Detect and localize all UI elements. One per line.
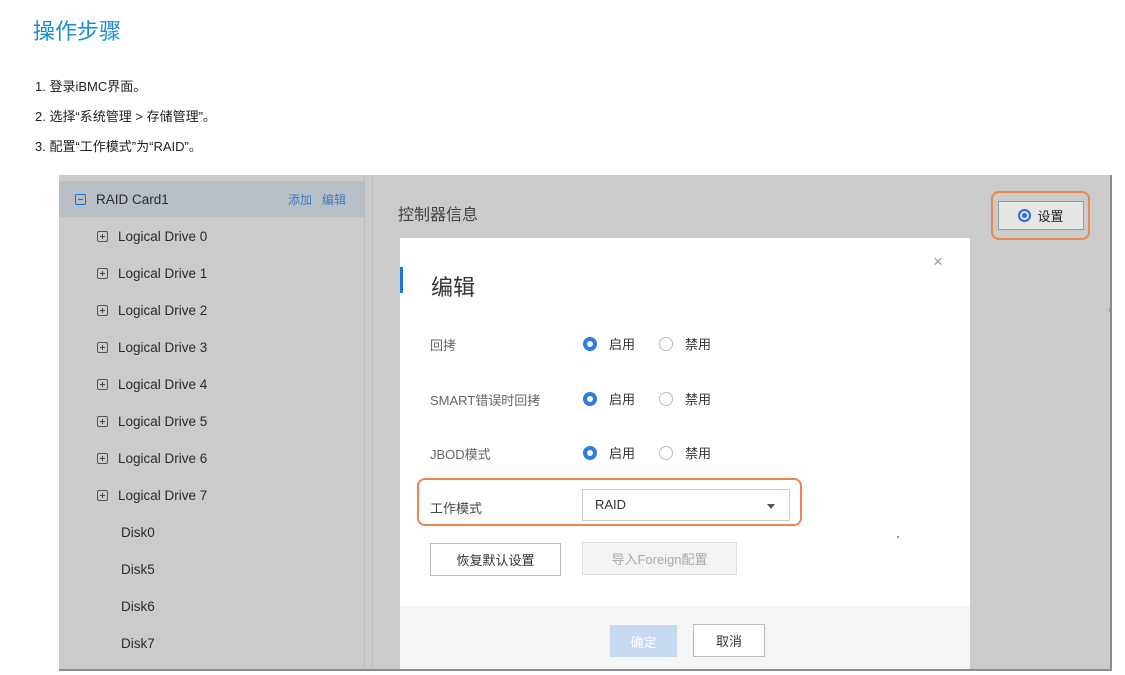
title-accent-bar (400, 267, 403, 293)
jbod-mode-label: JBOD模式 (430, 447, 491, 462)
copyback-radio-group: 启用 禁用 (583, 334, 735, 353)
copyback-label: 回拷 (430, 338, 457, 353)
tree-item-label: Logical Drive 0 (118, 228, 208, 244)
gear-icon (1018, 209, 1032, 222)
expand-icon[interactable] (97, 378, 108, 390)
root-actions: 添加 编辑 (288, 181, 346, 217)
tree-item-label: Disk0 (121, 524, 155, 540)
expand-icon[interactable] (97, 341, 108, 353)
tree-item-logical-drive-3[interactable]: Logical Drive 3 (97, 329, 207, 365)
cancel-button[interactable]: 取消 (693, 624, 765, 657)
edit-dialog: 编辑 × 回拷 启用 禁用 SMART错误时回拷 启用 禁用 JBOD模式 启用… (400, 238, 970, 669)
tree-item-logical-drive-1[interactable]: Logical Drive 1 (97, 255, 207, 291)
dialog-footer: 确定 取消 (400, 606, 970, 669)
smart-copyback-disable-radio[interactable] (659, 391, 674, 406)
annotation-dot (897, 536, 899, 538)
step-2: 2. 选择“系统管理 > 存储管理”。 (35, 109, 216, 124)
radio-label: 启用 (609, 337, 636, 352)
tree-item-label: Logical Drive 4 (118, 376, 208, 392)
smart-copyback-label: SMART错误时回拷 (430, 393, 541, 408)
jbod-disable-radio[interactable] (659, 445, 674, 460)
tree-root-label: RAID Card1 (96, 191, 169, 207)
tree-item-label: Disk6 (121, 598, 155, 614)
tree-item-label: Logical Drive 2 (118, 302, 208, 318)
copyback-disable-radio[interactable] (659, 336, 674, 351)
tree-item-label: Logical Drive 5 (118, 413, 208, 429)
step-1: 1. 登录iBMC界面。 (35, 79, 147, 94)
panel-divider (372, 175, 373, 669)
step-3: 3. 配置“工作模式”为“RAID”。 (35, 139, 202, 154)
radio-label: 启用 (609, 446, 636, 461)
tree-item-label: Disk7 (121, 635, 155, 651)
ibmc-screenshot: RAID Card1 添加 编辑 Logical Drive 0 Logical… (59, 175, 1112, 671)
smart-copyback-radio-group: 启用 禁用 (583, 389, 735, 408)
import-foreign-config-button[interactable]: 导入Foreign配置 (582, 542, 737, 575)
edit-link[interactable]: 编辑 (322, 191, 346, 208)
tree-item-label: Logical Drive 3 (118, 339, 208, 355)
work-mode-select[interactable]: RAID (582, 489, 790, 521)
jbod-enable-radio[interactable] (583, 445, 597, 460)
caret-down-icon (767, 504, 775, 509)
radio-label: 启用 (609, 392, 636, 407)
jbod-mode-radio-group: 启用 禁用 (583, 443, 735, 462)
add-link[interactable]: 添加 (288, 191, 312, 208)
expand-icon[interactable] (97, 267, 108, 279)
expand-icon[interactable] (97, 452, 108, 464)
tree-item-logical-drive-0[interactable]: Logical Drive 0 (97, 218, 207, 254)
tree-item-disk6[interactable]: Disk6 (121, 588, 155, 624)
expand-icon[interactable] (97, 304, 108, 316)
settings-label: 设置 (1037, 209, 1064, 224)
settings-button[interactable]: 设置 (998, 201, 1084, 230)
tree-item-logical-drive-7[interactable]: Logical Drive 7 (97, 477, 207, 513)
tree-root-raid-card[interactable]: RAID Card1 添加 编辑 (59, 181, 364, 217)
tree-item-label: Logical Drive 7 (118, 487, 208, 503)
tree-item-disk0[interactable]: Disk0 (121, 514, 155, 550)
smart-copyback-enable-radio[interactable] (583, 391, 597, 406)
tree-item-logical-drive-2[interactable]: Logical Drive 2 (97, 292, 207, 328)
restore-defaults-button[interactable]: 恢复默认设置 (430, 543, 561, 576)
radio-label: 禁用 (685, 446, 712, 461)
confirm-button[interactable]: 确定 (610, 625, 677, 657)
tree-item-disk5[interactable]: Disk5 (121, 551, 155, 587)
section-title: 操作步骤 (33, 19, 122, 44)
work-mode-value: RAID (595, 497, 627, 512)
panel-divider (364, 175, 365, 669)
work-mode-label: 工作模式 (430, 501, 483, 516)
expand-icon[interactable] (97, 230, 108, 242)
tree-item-disk7[interactable]: Disk7 (121, 625, 155, 661)
tree-item-label: Disk5 (121, 561, 155, 577)
edge-mark (1109, 308, 1110, 312)
radio-label: 禁用 (685, 392, 712, 407)
tree-item-label: Logical Drive 1 (118, 265, 208, 281)
close-icon[interactable]: × (933, 252, 943, 272)
expand-icon[interactable] (97, 489, 108, 501)
tree-item-logical-drive-4[interactable]: Logical Drive 4 (97, 366, 207, 402)
tree-root-row: RAID Card1 (75, 181, 169, 217)
copyback-enable-radio[interactable] (583, 336, 597, 351)
dialog-title: 编辑 (431, 275, 476, 300)
expand-icon[interactable] (97, 415, 108, 427)
tree-item-logical-drive-5[interactable]: Logical Drive 5 (97, 403, 207, 439)
collapse-icon[interactable] (75, 193, 86, 205)
radio-label: 禁用 (685, 337, 712, 352)
storage-tree: RAID Card1 添加 编辑 Logical Drive 0 Logical… (59, 175, 364, 669)
controller-info-title: 控制器信息 (398, 207, 479, 224)
settings-highlight: 设置 (991, 191, 1090, 240)
tree-item-logical-drive-6[interactable]: Logical Drive 6 (97, 440, 207, 476)
tree-item-label: Logical Drive 6 (118, 450, 208, 466)
